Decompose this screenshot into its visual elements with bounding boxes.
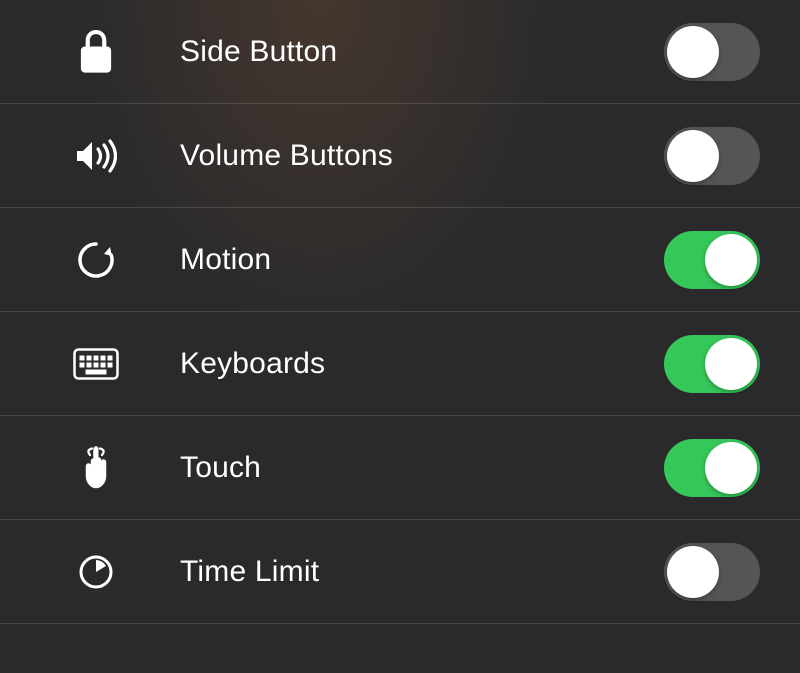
toggle-knob [705,338,757,390]
toggle-knob [705,442,757,494]
toggle-knob [667,130,719,182]
toggle-touch[interactable] [664,439,760,497]
toggle-motion[interactable] [664,231,760,289]
row-volume-buttons: Volume Buttons [0,104,800,208]
settings-list: Side Button Volume Buttons Motion [0,0,800,624]
row-motion: Motion [0,208,800,312]
row-label-time-limit: Time Limit [120,555,664,589]
toggle-knob [667,546,719,598]
row-touch: Touch [0,416,800,520]
row-side-button: Side Button [0,0,800,104]
toggle-keyboards[interactable] [664,335,760,393]
timer-icon [72,553,120,591]
row-label-motion: Motion [120,243,664,277]
row-keyboards: Keyboards [0,312,800,416]
toggle-knob [705,234,757,286]
toggle-time-limit[interactable] [664,543,760,601]
rotate-icon [72,240,120,280]
toggle-side-button[interactable] [664,23,760,81]
lock-icon [72,30,120,74]
row-label-volume-buttons: Volume Buttons [120,139,664,173]
speaker-icon [72,139,120,173]
row-label-side-button: Side Button [120,35,664,69]
toggle-knob [667,26,719,78]
hand-icon [72,446,120,490]
row-label-touch: Touch [120,451,664,485]
row-time-limit: Time Limit [0,520,800,624]
toggle-volume-buttons[interactable] [664,127,760,185]
keyboard-icon [72,348,120,380]
row-label-keyboards: Keyboards [120,347,664,381]
